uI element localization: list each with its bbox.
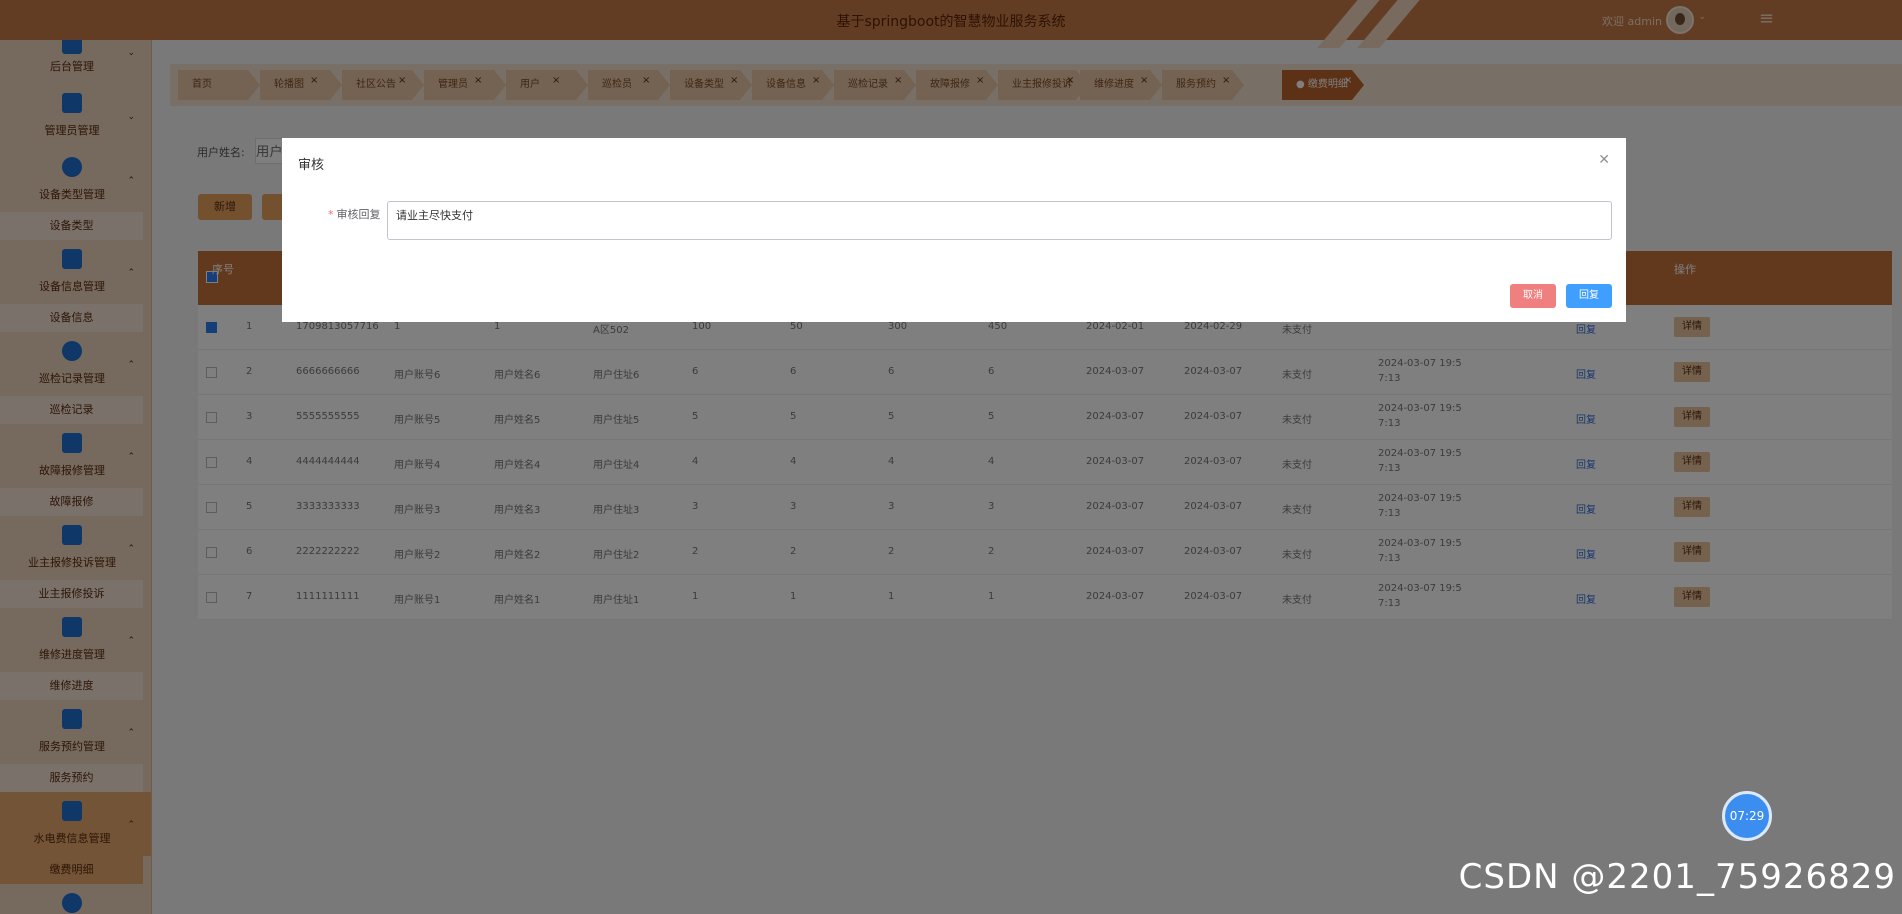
review-dialog: 审核 ✕ *审核回复 取消 回复 (282, 138, 1626, 322)
reply-field-label-text: 审核回复 (336, 208, 381, 221)
reply-field-label: * 审核回复 (328, 206, 381, 222)
dialog-title: 审核 (298, 158, 325, 173)
reply-button[interactable]: 回复 (1566, 284, 1612, 308)
watermark: CSDN @2201_75926829 (1458, 857, 1896, 897)
cancel-button[interactable]: 取消 (1510, 284, 1556, 308)
reply-textarea[interactable] (387, 201, 1612, 240)
close-icon[interactable]: ✕ (1598, 152, 1610, 168)
required-mark: * (328, 208, 334, 221)
timer-badge: 07:29 (1722, 791, 1772, 841)
